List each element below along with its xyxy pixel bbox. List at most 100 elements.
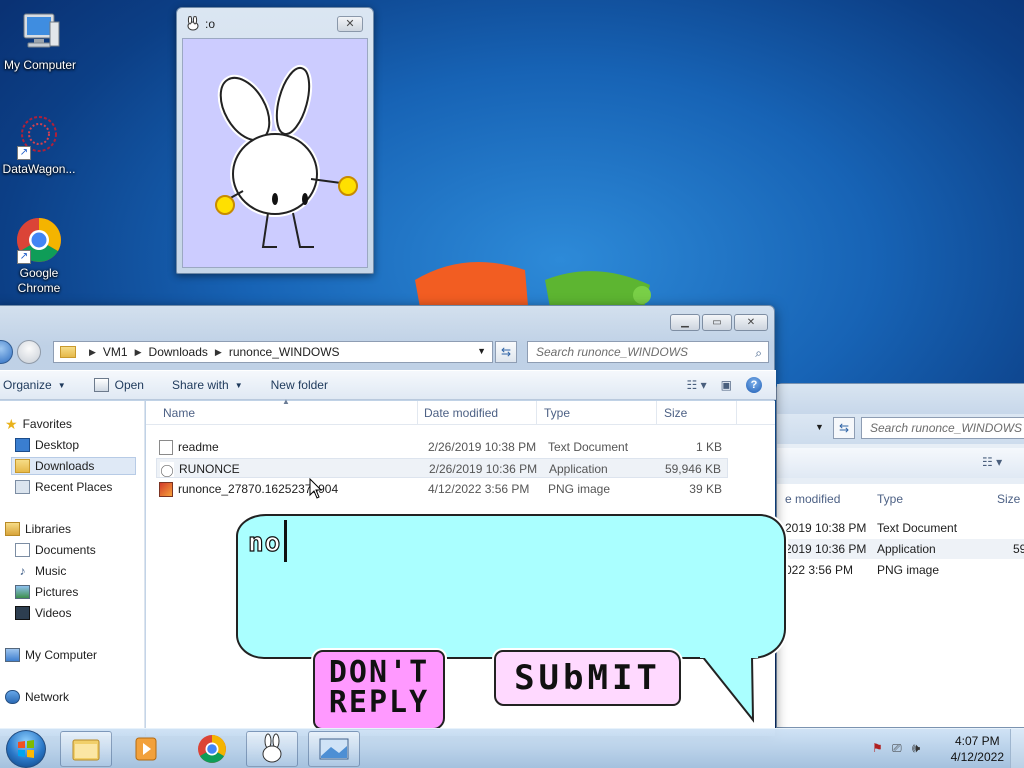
- column-divider[interactable]: [536, 401, 537, 425]
- nav-label: Videos: [35, 606, 72, 620]
- text-caret: [284, 520, 287, 562]
- maximize-button[interactable]: ▭: [702, 314, 732, 331]
- search-input[interactable]: Search runonce_WINDOWS: [861, 417, 1024, 439]
- show-desktop-button[interactable]: [1010, 729, 1024, 768]
- preview-pane-icon[interactable]: ▣: [721, 378, 732, 392]
- view-options-icon[interactable]: ☷ ▾: [982, 455, 1002, 469]
- cell-date: 2019 10:36 PM: [785, 542, 867, 556]
- nav-libraries[interactable]: Libraries: [5, 520, 71, 538]
- submit-button[interactable]: SUbMIT: [494, 650, 681, 706]
- nav-downloads[interactable]: Downloads: [11, 457, 136, 475]
- new-folder-label: New folder: [270, 378, 328, 392]
- column-date-modified[interactable]: e modified: [785, 492, 840, 506]
- nav-music[interactable]: ♪ Music: [15, 562, 67, 580]
- cell-name: readme: [178, 440, 219, 454]
- taskbar-photo-viewer-button[interactable]: [308, 731, 360, 767]
- open-button[interactable]: Open: [93, 378, 144, 392]
- chevron-right-icon[interactable]: ▶: [89, 347, 96, 358]
- column-size[interactable]: Size: [664, 406, 687, 420]
- column-size[interactable]: Size: [997, 492, 1020, 506]
- help-icon[interactable]: ?: [746, 377, 762, 393]
- navigation-pane: ★ Favorites Desktop Downloads Recent Pla…: [0, 401, 145, 736]
- toolbar: ☷ ▾: [777, 448, 1024, 478]
- bunny-window[interactable]: :o ✕: [176, 7, 374, 274]
- taskbar-media-player-button[interactable]: [120, 731, 172, 767]
- reply-input-bubble[interactable]: [236, 514, 786, 659]
- nav-favorites[interactable]: ★ Favorites: [5, 415, 72, 433]
- table-row[interactable]: RUNONCE 2/26/2019 10:36 PM Application 5…: [156, 458, 728, 478]
- refresh-icon[interactable]: ⇆: [495, 341, 517, 363]
- file-list: e modified Type Size 2019 10:38 PM Text …: [777, 484, 1024, 727]
- column-divider[interactable]: [656, 401, 657, 425]
- table-row[interactable]: runonce_27870.16252373904 4/12/2022 3:56…: [156, 479, 728, 499]
- nav-recent-places[interactable]: Recent Places: [15, 478, 112, 496]
- column-type[interactable]: Type: [544, 406, 570, 420]
- action-center-flag-icon[interactable]: ⚑: [872, 741, 883, 755]
- explorer-window-background[interactable]: ▼ ⇆ Search runonce_WINDOWS ☷ ▾ e modifie…: [776, 383, 1024, 728]
- refresh-icon[interactable]: ⇆: [833, 417, 855, 439]
- music-icon: ♪: [19, 564, 26, 578]
- organize-menu[interactable]: Organize ▼: [3, 378, 66, 392]
- address-row: ▼ ⇆ Search runonce_WINDOWS: [777, 414, 1024, 444]
- nav-videos[interactable]: Videos: [15, 604, 71, 622]
- breadcrumb-item[interactable]: Downloads: [149, 345, 208, 359]
- column-name[interactable]: Name: [163, 406, 195, 420]
- cell-date: 022 3:56 PM: [785, 563, 854, 577]
- clock[interactable]: 4:07 PM 4/12/2022: [951, 733, 1004, 765]
- nav-label: Recent Places: [35, 480, 113, 494]
- dont-reply-button[interactable]: DON'T REPLY: [313, 650, 445, 730]
- computer-icon: [16, 8, 64, 56]
- network-status-icon[interactable]: ⎚: [892, 741, 902, 756]
- chrome-icon: [198, 735, 226, 763]
- cell-date: 2019 10:38 PM: [785, 521, 867, 535]
- nav-network[interactable]: Network: [5, 688, 69, 706]
- taskbar-explorer-button[interactable]: [60, 731, 112, 767]
- start-button[interactable]: [6, 730, 46, 768]
- desktop-icon-datawagon[interactable]: ↗ DataWagon...: [0, 112, 78, 177]
- nav-desktop[interactable]: Desktop: [15, 436, 79, 454]
- desktop-icon-label: DataWagon...: [2, 162, 76, 176]
- new-folder-button[interactable]: New folder: [271, 378, 328, 392]
- forward-button[interactable]: [17, 340, 41, 364]
- text-document-icon: [159, 440, 173, 455]
- minimize-button[interactable]: ▁: [670, 314, 700, 331]
- view-options-icon[interactable]: ☷ ▾: [687, 378, 707, 392]
- chevron-down-icon[interactable]: ▼: [815, 422, 824, 432]
- desktop-icon-label: My Computer: [3, 58, 77, 72]
- desktop-icon-my-computer[interactable]: My Computer: [1, 8, 79, 73]
- taskbar-bunny-button[interactable]: [246, 731, 298, 767]
- column-date-modified[interactable]: Date modified: [424, 406, 498, 420]
- column-type[interactable]: Type: [877, 492, 903, 506]
- close-button[interactable]: ✕: [337, 16, 363, 32]
- cell-date: 4/12/2022 3:56 PM: [428, 482, 530, 496]
- open-app-icon: [93, 378, 109, 392]
- chevron-down-icon[interactable]: ▼: [477, 346, 486, 356]
- breadcrumb-item[interactable]: VM1: [103, 345, 128, 359]
- breadcrumb-item[interactable]: runonce_WINDOWS: [229, 345, 340, 359]
- bunny-character-image: [215, 64, 358, 248]
- address-bar[interactable]: ▶ VM1 ▶ Downloads ▶ runonce_WINDOWS ▼: [53, 341, 493, 363]
- dont-reply-label-line2: REPLY: [328, 685, 430, 720]
- column-divider[interactable]: [736, 401, 737, 425]
- table-row[interactable]: readme 2/26/2019 10:38 PM Text Document …: [156, 437, 728, 457]
- close-button[interactable]: ✕: [734, 314, 768, 331]
- search-input[interactable]: Search runonce_WINDOWS ⌕: [527, 341, 769, 363]
- search-icon[interactable]: ⌕: [755, 343, 762, 363]
- title-bar: [777, 384, 1024, 414]
- clock-date: 4/12/2022: [950, 750, 1004, 764]
- volume-icon[interactable]: 🕪: [912, 740, 920, 756]
- reply-input-text[interactable]: no: [247, 527, 281, 558]
- search-placeholder: Search runonce_WINDOWS: [536, 345, 689, 359]
- nav-my-computer[interactable]: My Computer: [5, 646, 97, 664]
- column-divider[interactable]: [417, 401, 418, 425]
- chevron-right-icon[interactable]: ▶: [135, 347, 142, 358]
- share-with-menu[interactable]: Share with ▼: [172, 378, 243, 392]
- organize-label: Organize: [3, 378, 52, 392]
- nav-documents[interactable]: Documents: [15, 541, 96, 559]
- nav-pictures[interactable]: Pictures: [15, 583, 78, 601]
- cell-date: 2/26/2019 10:36 PM: [429, 462, 538, 476]
- chevron-right-icon[interactable]: ▶: [215, 347, 222, 358]
- desktop-icon-google-chrome[interactable]: ↗ Google Chrome: [0, 216, 78, 296]
- back-button[interactable]: [0, 340, 13, 364]
- taskbar-chrome-button[interactable]: [186, 731, 238, 767]
